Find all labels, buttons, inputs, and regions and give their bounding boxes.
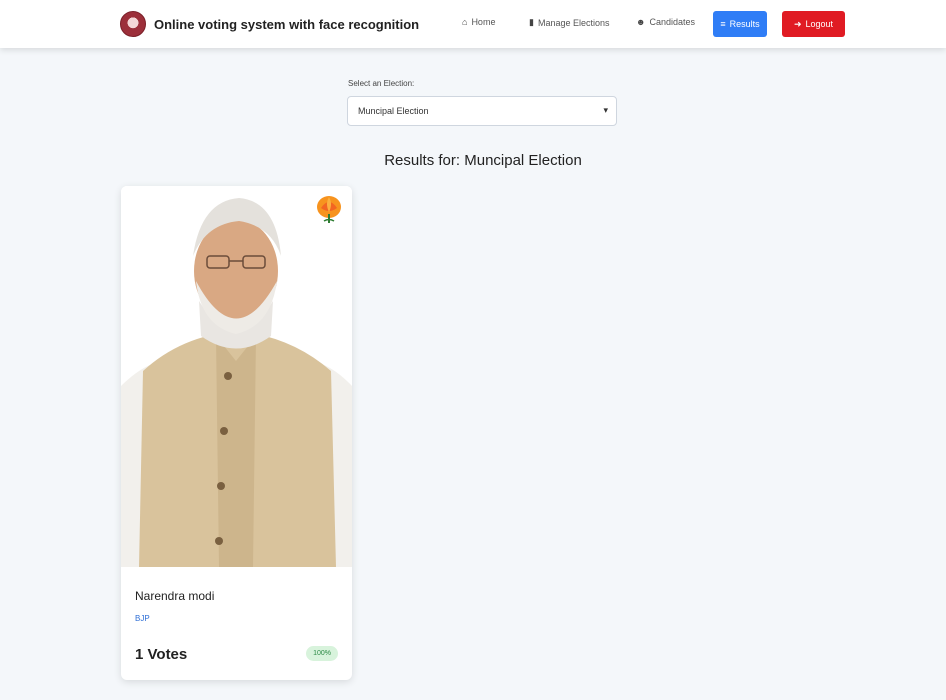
chart-icon: ≡ [720,19,726,29]
results-button-label: Results [729,19,760,29]
election-select-label: Select an Election: [348,79,415,88]
logout-button[interactable]: ➜ Logout [782,11,845,37]
nav-manage-elections[interactable]: ▮ Manage Elections [529,17,610,28]
chevron-down-icon: ▾ [603,105,608,115]
results-button[interactable]: ≡ Results [713,11,767,37]
nav-candidates[interactable]: ☻ Candidates [636,17,695,27]
nav-home[interactable]: ⌂ Home [462,17,495,27]
logo-icon [120,11,146,37]
home-icon: ⌂ [462,17,468,27]
election-select[interactable]: Muncipal Election ▾ [347,96,617,126]
candidate-party: BJP [135,614,150,623]
brand-title: Online voting system with face recogniti… [154,16,420,32]
election-select-value: Muncipal Election [358,106,429,116]
candidate-card: Narendra modi BJP 1 Votes 100% [121,186,352,680]
nav-candidates-label: Candidates [649,17,696,27]
navbar: Online voting system with face recogniti… [0,0,946,48]
percentage-badge: 100% [306,646,338,661]
results-title: Results for: Muncipal Election [384,152,582,169]
candidate-name: Narendra modi [135,589,215,603]
nav-manage-elections-label: Manage Elections [537,17,610,28]
users-icon: ☻ [636,17,646,27]
vote-count: 1 Votes [135,646,188,663]
logout-icon: ➜ [793,18,802,29]
logout-button-label: Logout [805,19,834,29]
nav-home-label: Home [471,17,496,27]
briefcase-icon: ▮ [529,17,534,27]
brand[interactable]: Online voting system with face recogniti… [120,10,419,38]
lotus-icon [317,196,341,223]
candidate-photo [121,186,352,567]
